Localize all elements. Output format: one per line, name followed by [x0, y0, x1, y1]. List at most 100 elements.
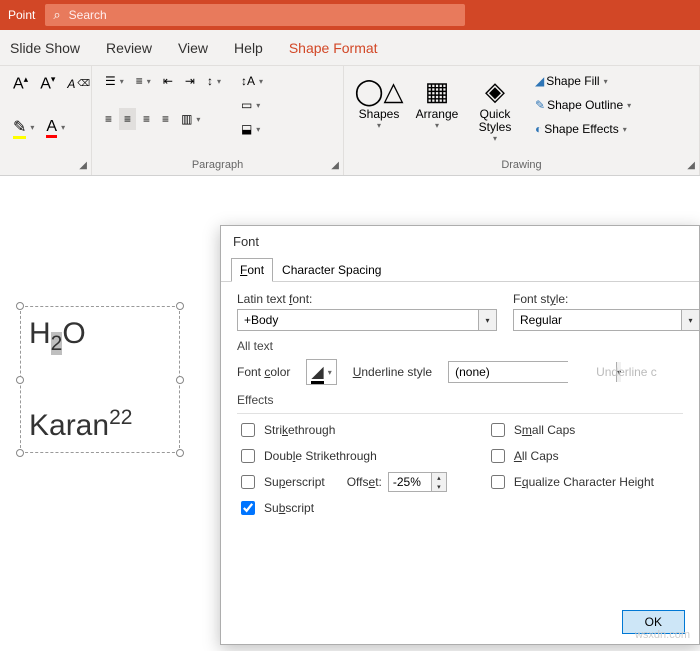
- search-icon: ⌕: [53, 7, 60, 23]
- titlebar: Point ⌕ Search: [0, 0, 700, 30]
- search-placeholder: Search: [69, 8, 107, 22]
- selected-text: 2: [51, 332, 63, 355]
- underline-style-label: Underline style: [353, 365, 432, 379]
- app-name: Point: [8, 8, 35, 22]
- offset-label: Offset:: [347, 475, 382, 489]
- pen-icon: ✎: [535, 98, 545, 112]
- shape-outline-button[interactable]: ✎Shape Outline▾: [530, 94, 636, 116]
- highlight-color-button[interactable]: ✎▾: [8, 113, 39, 141]
- tab-slideshow[interactable]: Slide Show: [10, 40, 80, 56]
- ribbon-group-drawing: ◯△ Shapes▾ ▦ Arrange▾ ◈ Quick Styles▾ ◢S…: [344, 66, 700, 175]
- quick-styles-icon: ◈: [485, 74, 505, 108]
- justify-icon: ≡: [162, 112, 169, 126]
- columns-icon: ▥: [181, 112, 192, 126]
- smallcaps-checkbox[interactable]: Small Caps: [487, 420, 654, 440]
- underline-style-input[interactable]: [449, 362, 616, 382]
- tab-shape-format[interactable]: Shape Format: [289, 40, 378, 56]
- offset-spinner[interactable]: ▴▾: [388, 472, 447, 492]
- align-text-icon: ▭: [241, 98, 252, 112]
- effects-label: Effects: [237, 393, 683, 407]
- ribbon-tabstrip: Slide Show Review View Help Shape Format: [0, 30, 700, 66]
- align-left-icon: ≡: [105, 112, 112, 126]
- equalize-checkbox[interactable]: Equalize Character Height: [487, 472, 654, 492]
- increase-font-button[interactable]: A▴: [8, 70, 33, 97]
- spin-up[interactable]: ▴: [432, 473, 446, 482]
- indent-icon: ⇥: [185, 74, 195, 88]
- paragraph-group-launcher[interactable]: ◢: [331, 160, 339, 171]
- font-dialog: Font Font Character Spacing Latin text f…: [220, 225, 700, 645]
- paragraph-group-label: Paragraph: [100, 157, 335, 173]
- underline-color-label: Underline c: [596, 365, 657, 379]
- effects-icon: ◐: [535, 122, 542, 136]
- search-box[interactable]: ⌕ Search: [45, 4, 465, 26]
- bullets-icon: ☰: [105, 74, 116, 88]
- clear-formatting-button[interactable]: A⌫: [62, 73, 95, 95]
- shape-effects-button[interactable]: ◐Shape Effects▾: [530, 118, 636, 140]
- align-left-button[interactable]: ≡: [100, 108, 117, 130]
- latin-font-input[interactable]: [238, 310, 478, 330]
- decrease-font-button[interactable]: A▾: [35, 70, 60, 97]
- convert-smartart-button[interactable]: ⬓▾: [236, 118, 268, 140]
- align-right-button[interactable]: ≡: [138, 108, 155, 130]
- double-strikethrough-checkbox[interactable]: Double Strikethrough: [237, 446, 447, 466]
- font-style-input[interactable]: [514, 310, 681, 330]
- font-color-label: Font color: [237, 365, 290, 379]
- shape-fill-button[interactable]: ◢Shape Fill▾: [530, 70, 636, 92]
- align-center-icon: ≡: [124, 112, 131, 126]
- arrange-button[interactable]: ▦ Arrange▾: [410, 70, 464, 134]
- dropdown-icon[interactable]: ▾: [681, 310, 699, 330]
- slide-text-line2[interactable]: Karan22: [29, 406, 171, 444]
- ribbon-group-font-partial: A▴ A▾ A⌫ ✎▾ A▾ ◢: [0, 66, 92, 175]
- resize-handle[interactable]: [176, 302, 184, 310]
- slide-textbox[interactable]: H2O Karan22: [20, 306, 180, 453]
- resize-handle[interactable]: [176, 449, 184, 457]
- bucket-icon: ◢: [535, 74, 544, 88]
- numbering-button[interactable]: ≡▾: [131, 70, 156, 92]
- dropdown-icon[interactable]: ▾: [478, 310, 496, 330]
- increase-indent-button[interactable]: ⇥: [180, 70, 200, 92]
- latin-font-combo[interactable]: ▾: [237, 309, 497, 331]
- arrange-icon: ▦: [425, 74, 450, 108]
- watermark: wsxdn.com: [635, 629, 690, 641]
- dialog-tab-charspacing[interactable]: Character Spacing: [273, 258, 390, 282]
- slide-text-line1[interactable]: H2O: [29, 315, 171, 356]
- justify-button[interactable]: ≡: [157, 108, 174, 130]
- align-text-button[interactable]: ▭▾: [236, 94, 268, 116]
- subscript-checkbox[interactable]: Subscript: [237, 498, 447, 518]
- drawing-group-launcher[interactable]: ◢: [687, 160, 695, 171]
- resize-handle[interactable]: [176, 376, 184, 384]
- resize-handle[interactable]: [16, 376, 24, 384]
- ribbon-group-paragraph: ☰▾ ≡▾ ⇤ ⇥ ↕▾ ≡ ≡ ≡ ≡ ▥▾ ↕A▾ ▭▾ ⬓▾: [92, 66, 344, 175]
- line-spacing-button[interactable]: ↕▾: [202, 70, 226, 92]
- text-direction-button[interactable]: ↕A▾: [236, 70, 268, 92]
- dialog-tab-font[interactable]: Font: [231, 258, 273, 282]
- dialog-tabs: Font Character Spacing: [221, 257, 699, 282]
- dialog-title: Font: [221, 226, 699, 257]
- resize-handle[interactable]: [16, 302, 24, 310]
- font-style-label: Font style:: [513, 292, 700, 306]
- align-center-button[interactable]: ≡: [119, 108, 136, 130]
- font-color-button[interactable]: A▾: [41, 114, 70, 140]
- tab-review[interactable]: Review: [106, 40, 152, 56]
- tab-help[interactable]: Help: [234, 40, 263, 56]
- strikethrough-checkbox[interactable]: Strikethrough: [237, 420, 447, 440]
- decrease-indent-button[interactable]: ⇤: [158, 70, 178, 92]
- shapes-button[interactable]: ◯△ Shapes▾: [352, 70, 406, 134]
- alltext-label: All text: [237, 339, 683, 353]
- spin-down[interactable]: ▾: [432, 482, 446, 491]
- offset-input[interactable]: [389, 473, 431, 491]
- font-style-combo[interactable]: ▾: [513, 309, 700, 331]
- allcaps-checkbox[interactable]: All Caps: [487, 446, 654, 466]
- font-color-icon: ◢: [311, 362, 323, 382]
- columns-button[interactable]: ▥▾: [176, 108, 205, 130]
- font-color-picker[interactable]: ◢▾: [306, 359, 336, 385]
- resize-handle[interactable]: [16, 449, 24, 457]
- numbering-icon: ≡: [136, 74, 143, 88]
- font-group-launcher[interactable]: ◢: [79, 160, 87, 171]
- quick-styles-button[interactable]: ◈ Quick Styles▾: [468, 70, 522, 147]
- underline-style-combo[interactable]: ▾: [448, 361, 568, 383]
- tab-view[interactable]: View: [178, 40, 208, 56]
- superscript-checkbox[interactable]: Superscript: [237, 472, 325, 492]
- dialog-body: Latin text font: ▾ Font style: ▾ Size:: [221, 282, 699, 528]
- bullets-button[interactable]: ☰▾: [100, 70, 129, 92]
